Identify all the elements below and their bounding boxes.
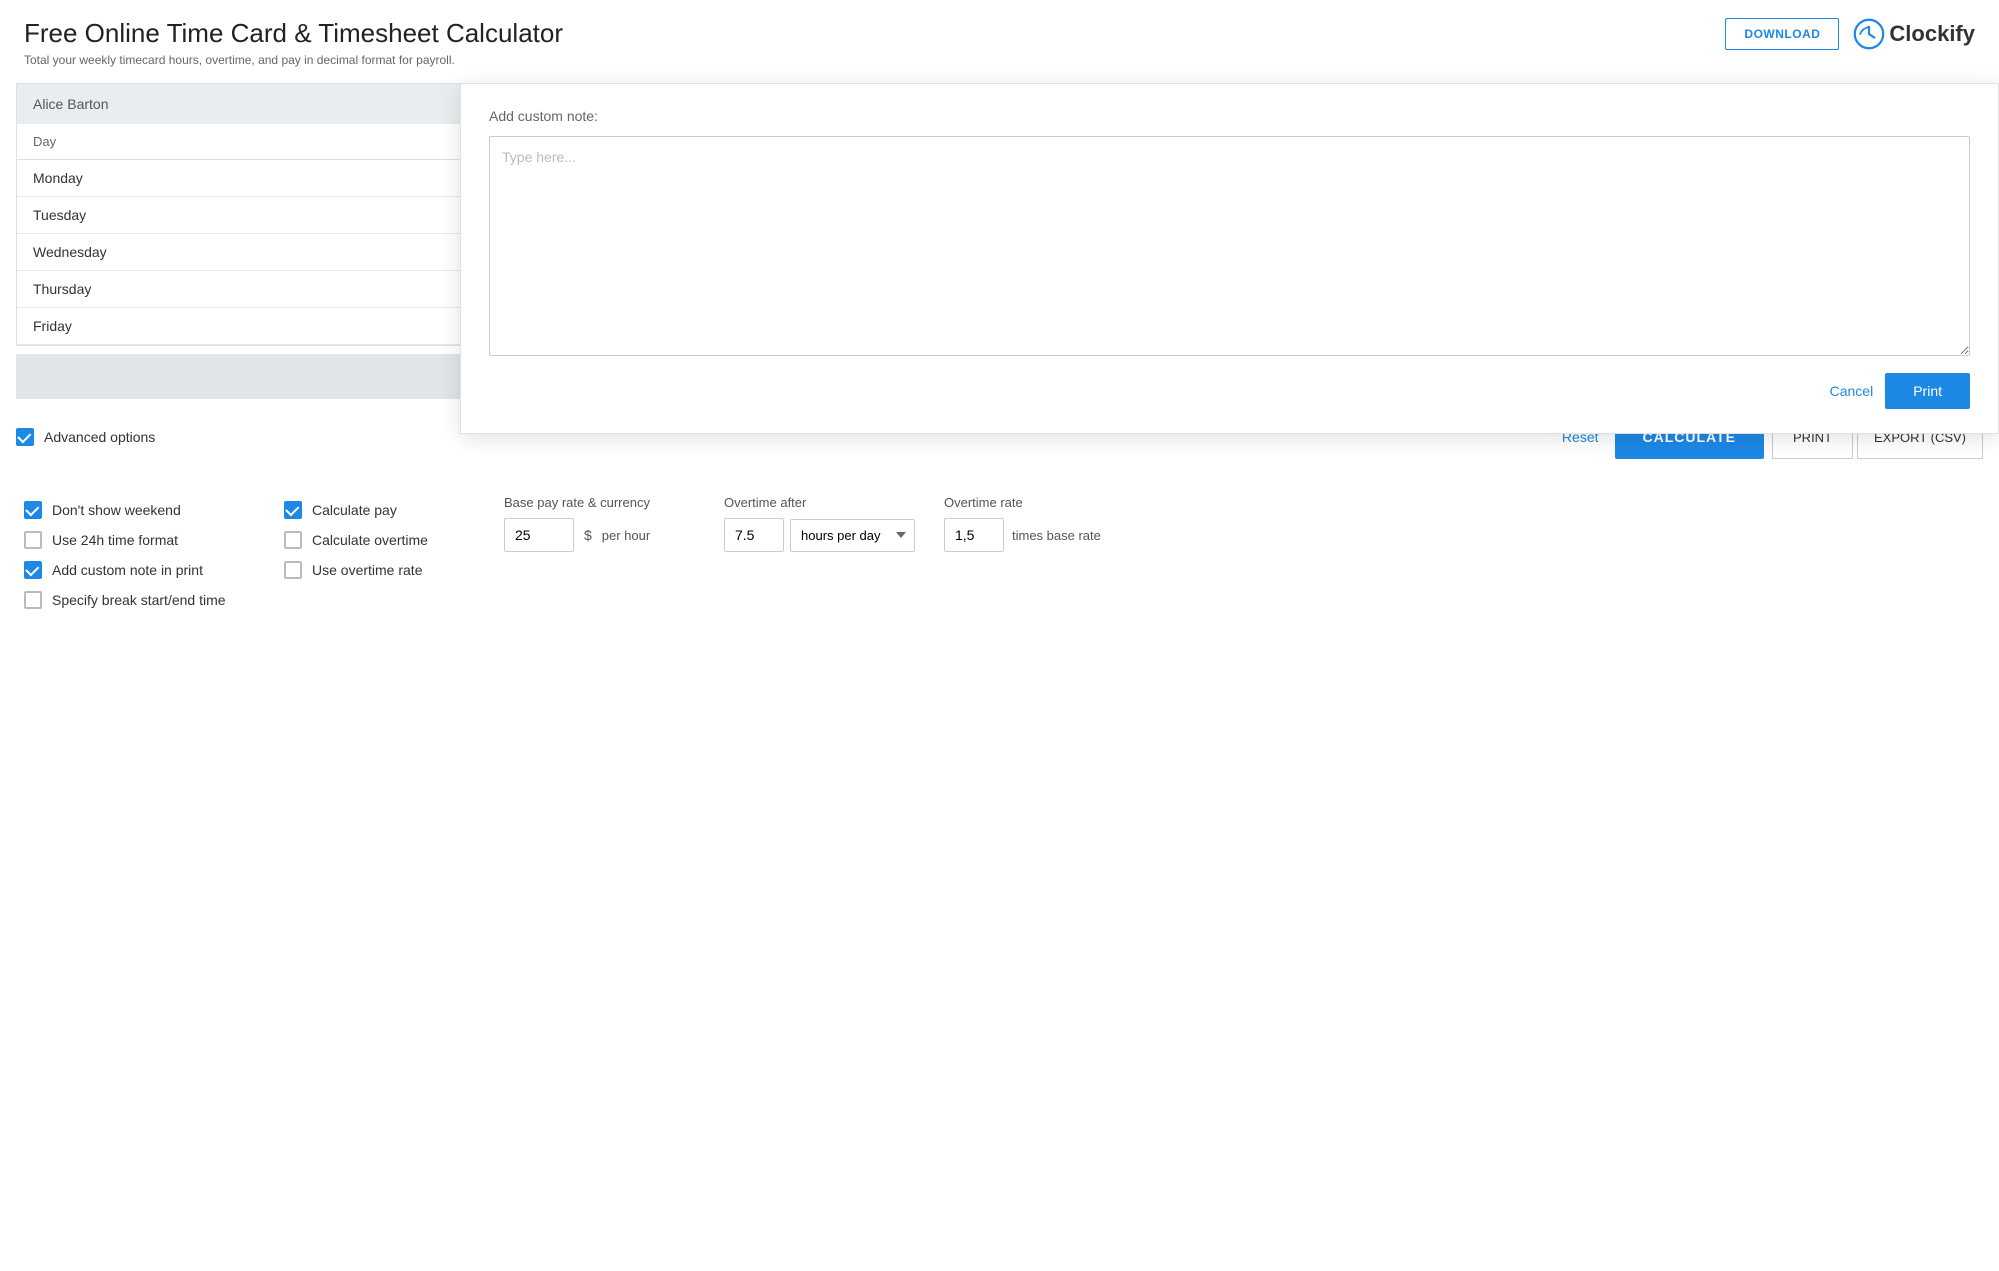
- page-title: Free Online Time Card & Timesheet Calcul…: [24, 18, 563, 49]
- download-button[interactable]: DOWNLOAD: [1725, 18, 1839, 50]
- modal-title: Add custom note:: [489, 108, 1970, 124]
- modal-footer: Cancel Print: [489, 373, 1970, 409]
- main-content: Alice Barton Day Start time End time Mon…: [0, 83, 1999, 635]
- option-checkbox[interactable]: [24, 561, 42, 579]
- employee-name: Alice Barton: [33, 96, 108, 112]
- modal-cancel-button[interactable]: Cancel: [1830, 375, 1874, 407]
- header-left: Free Online Time Card & Timesheet Calcul…: [24, 18, 563, 67]
- option-label: Use overtime rate: [312, 562, 422, 578]
- option-checkbox[interactable]: [24, 591, 42, 609]
- option-checkbox[interactable]: [284, 561, 302, 579]
- option-label: Specify break start/end time: [52, 592, 226, 608]
- option-label: Add custom note in print: [52, 562, 203, 578]
- logo: Clockify: [1853, 18, 1975, 50]
- option-label: Use 24h time format: [52, 532, 178, 548]
- option-item: Use 24h time format: [24, 525, 284, 555]
- option-item: Add custom note in print: [24, 555, 284, 585]
- option-checkbox[interactable]: [284, 501, 302, 519]
- option-checkbox[interactable]: [24, 531, 42, 549]
- page-subtitle: Total your weekly timecard hours, overti…: [24, 53, 563, 67]
- custom-note-modal: Add custom note: Cancel Print: [460, 83, 1999, 434]
- advanced-options-row: Advanced options: [16, 428, 155, 446]
- option-label: Don't show weekend: [52, 502, 181, 518]
- modal-print-button[interactable]: Print: [1885, 373, 1970, 409]
- option-label: Calculate pay: [312, 502, 397, 518]
- option-item: Don't show weekend: [24, 495, 284, 525]
- page-header: Free Online Time Card & Timesheet Calcul…: [0, 0, 1999, 75]
- option-item: Specify break start/end time: [24, 585, 284, 615]
- modal-overlay: Add custom note: Cancel Print: [460, 83, 1999, 635]
- custom-note-textarea[interactable]: [489, 136, 1970, 356]
- header-right: DOWNLOAD Clockify: [1725, 18, 1975, 50]
- option-checkbox[interactable]: [24, 501, 42, 519]
- col1-options: Don't show weekend Use 24h time format A…: [24, 495, 284, 615]
- clockify-logo-icon: [1853, 18, 1885, 50]
- logo-text: Clockify: [1889, 21, 1975, 47]
- advanced-options-checkbox[interactable]: [16, 428, 34, 446]
- advanced-options-label: Advanced options: [44, 429, 155, 445]
- option-label: Calculate overtime: [312, 532, 428, 548]
- option-checkbox[interactable]: [284, 531, 302, 549]
